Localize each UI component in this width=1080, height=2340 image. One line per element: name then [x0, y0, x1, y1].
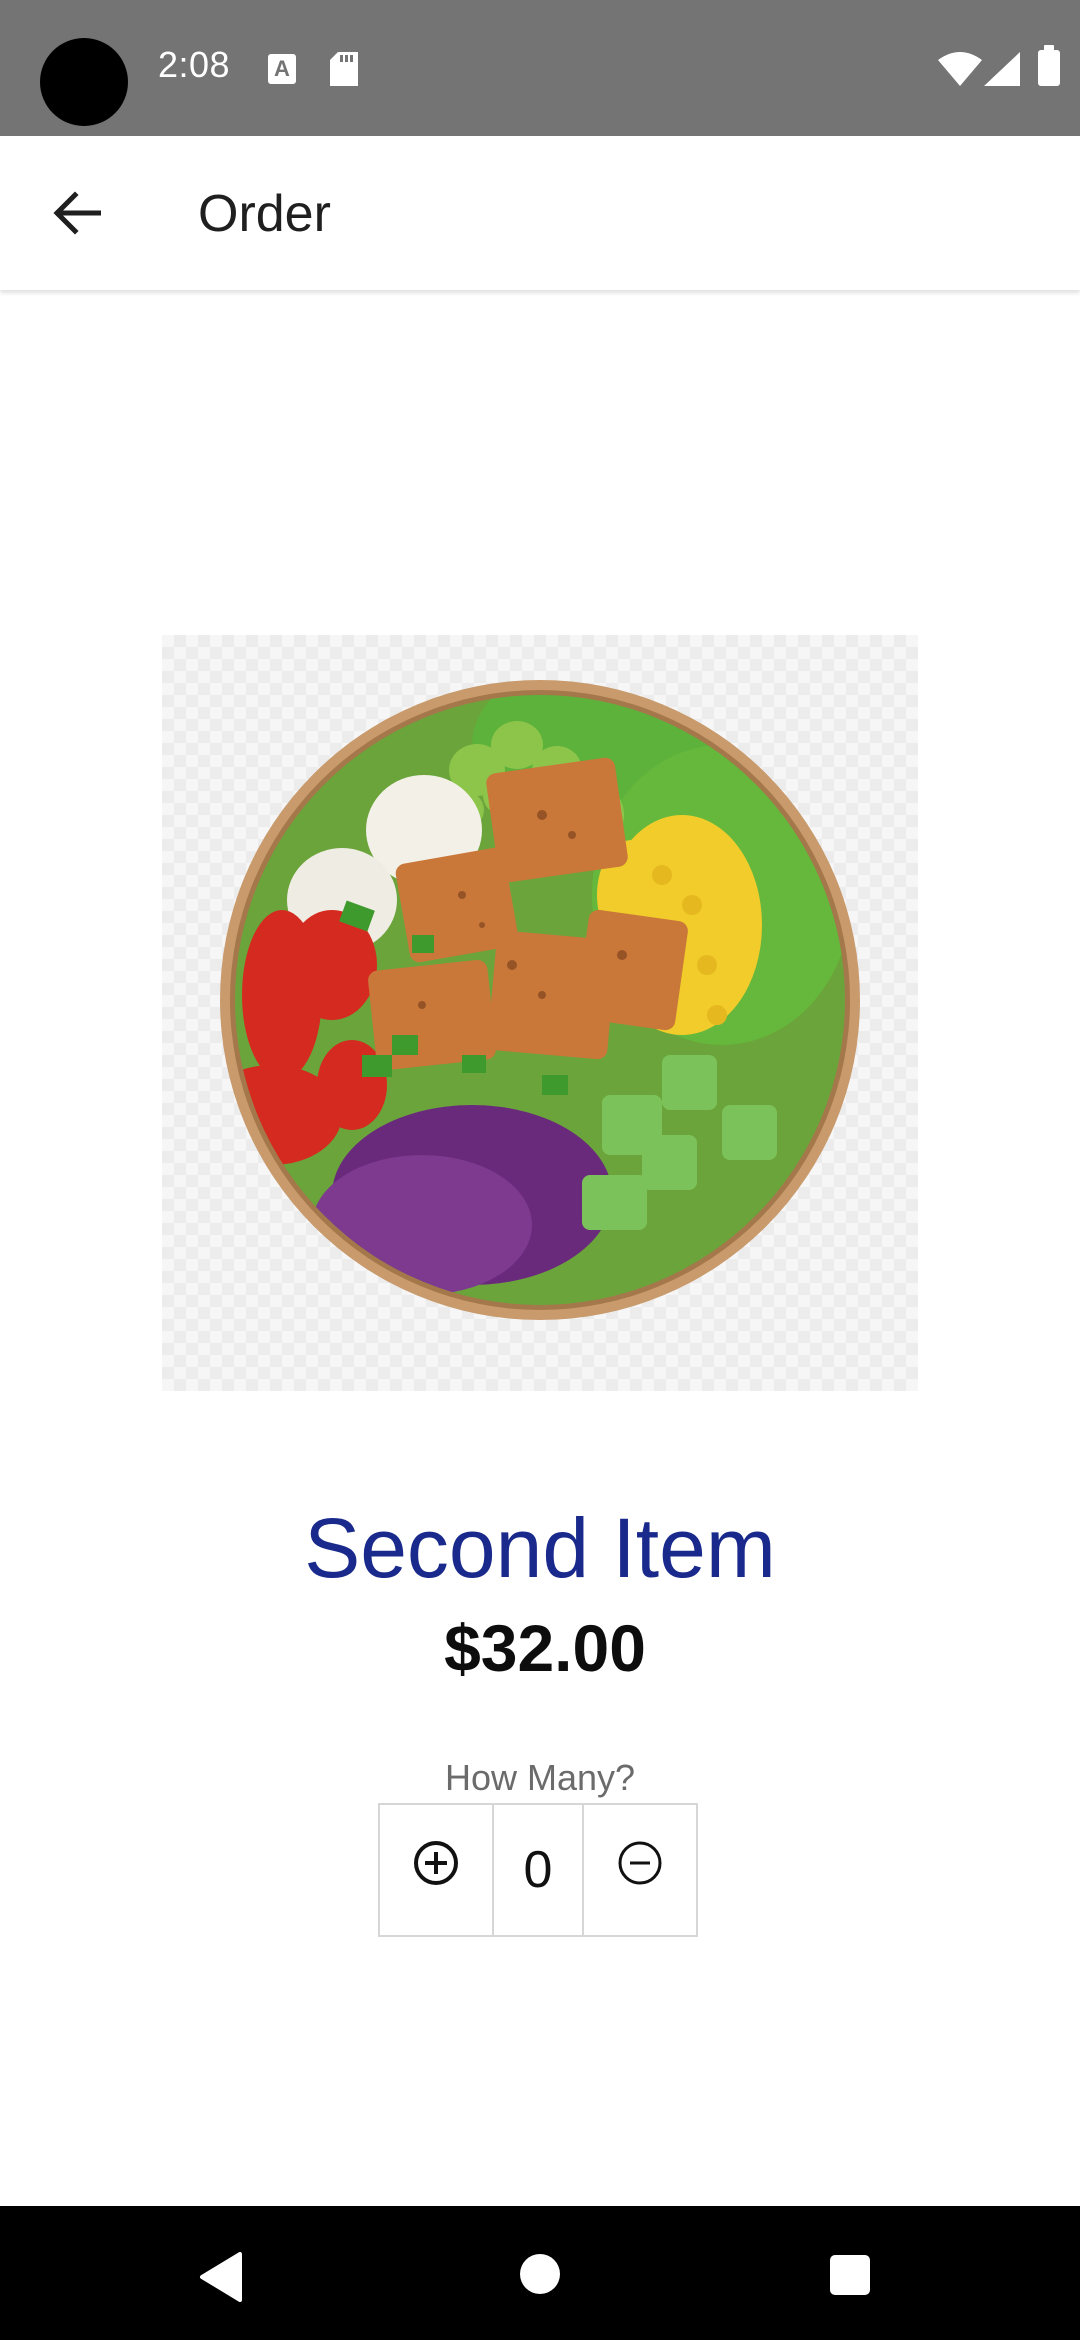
quantity-stepper: 0	[378, 1803, 698, 1937]
status-time: 2:08	[158, 44, 231, 85]
minus-circle-icon	[618, 1841, 662, 1885]
back-triangle-icon[interactable]	[196, 2250, 250, 2304]
recents-square-icon[interactable]	[830, 2255, 870, 2295]
increment-button[interactable]	[378, 1803, 494, 1937]
app-bar: Order	[0, 136, 1080, 290]
salad-bowl-photo	[220, 680, 860, 1320]
back-button[interactable]	[32, 171, 122, 255]
item-image	[162, 635, 918, 1391]
item-name: Second Item	[304, 1501, 776, 1595]
status-bar: 2:08 A	[0, 0, 1080, 136]
quantity-label: How Many?	[444, 1757, 636, 1798]
decrement-button[interactable]	[582, 1803, 698, 1937]
arrow-back-icon	[53, 191, 101, 235]
signal-icon	[984, 52, 1020, 86]
wifi-icon	[938, 52, 982, 86]
item-price: $32.00	[444, 1611, 646, 1685]
battery-icon	[1038, 45, 1060, 86]
page-title: Order	[198, 185, 331, 243]
system-nav-bar	[0, 2206, 1080, 2340]
camera-cutout	[40, 38, 128, 126]
a-notification-icon: A	[268, 54, 296, 84]
home-circle-icon[interactable]	[520, 2254, 560, 2294]
quantity-value: 0	[494, 1803, 582, 1937]
plus-circle-icon	[414, 1841, 458, 1885]
sd-card-icon	[330, 52, 358, 86]
